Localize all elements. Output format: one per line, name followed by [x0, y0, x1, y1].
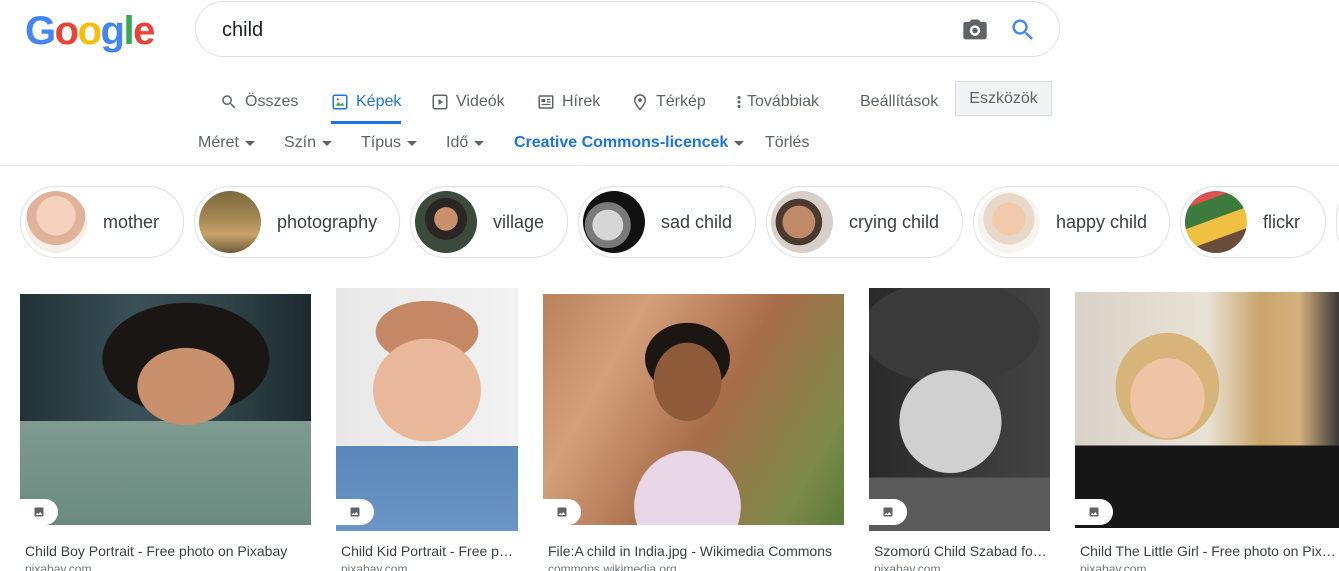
image-badge: [543, 499, 581, 525]
filter-time[interactable]: Idő: [446, 130, 485, 156]
tab-label: Térkép: [656, 93, 706, 110]
result-image[interactable]: [543, 294, 844, 525]
chip-village[interactable]: village: [410, 186, 568, 258]
result-title[interactable]: Child The Little Girl - Free photo on Pi…: [1080, 543, 1339, 559]
chip-thumbnail: [771, 191, 833, 253]
news-icon: [538, 95, 554, 109]
chip-flickr[interactable]: flickr: [1180, 186, 1326, 258]
result-source[interactable]: commons.wikimedia.org: [548, 562, 838, 571]
result-title[interactable]: Child Boy Portrait - Free photo on Pixab…: [25, 543, 311, 559]
tab-label: Képek: [356, 93, 402, 110]
tab-maps[interactable]: Térkép: [631, 80, 706, 124]
chip-label: photography: [277, 211, 378, 232]
filter-type[interactable]: Típus: [361, 130, 418, 156]
result-image[interactable]: [869, 288, 1050, 531]
filter-color[interactable]: Szín: [284, 130, 333, 156]
tab-settings[interactable]: Beállítások: [860, 80, 938, 124]
tab-more[interactable]: Továbbiak: [735, 80, 819, 124]
result-image[interactable]: [20, 294, 311, 525]
logo-letter: g: [100, 9, 125, 53]
filter-usage-rights[interactable]: Creative Commons-licencek: [514, 130, 745, 156]
logo-letter: o: [54, 9, 79, 53]
image-icon: [332, 94, 348, 110]
tab-images[interactable]: Képek: [331, 80, 402, 124]
chip-mother[interactable]: mother: [20, 186, 184, 258]
chip-label: flickr: [1263, 211, 1300, 232]
tab-label: Összes: [245, 93, 299, 110]
chip-label: sad child: [661, 211, 733, 232]
divider: [0, 165, 1339, 166]
chip-crying-child[interactable]: crying child: [766, 186, 963, 258]
logo-letter: l: [123, 9, 134, 53]
camera-icon[interactable]: [961, 16, 989, 44]
result-image[interactable]: [336, 288, 518, 531]
caret-down-icon: [474, 140, 485, 146]
filter-bar: Méret Szín Típus Idő Creative Commons-li…: [0, 130, 1339, 156]
google-logo[interactable]: Google: [25, 9, 155, 54]
caret-down-icon: [322, 140, 333, 146]
image-icon: [883, 507, 893, 517]
search-icon: [222, 95, 236, 109]
tab-label: Videók: [456, 93, 505, 110]
chip-photography[interactable]: photography: [194, 186, 400, 258]
chip-thumbnail: [1185, 191, 1247, 253]
caret-down-icon: [244, 140, 255, 146]
filter-label: Idő: [446, 134, 469, 151]
chip-thumbnail: [583, 191, 645, 253]
settings-label: Beállítások: [860, 93, 939, 110]
filter-label: Szín: [284, 134, 317, 151]
result-source[interactable]: pixabay.com: [25, 562, 311, 571]
logo-letter: e: [133, 9, 155, 53]
chip-label: mother: [103, 211, 160, 232]
image-icon: [1089, 507, 1099, 517]
map-pin-icon: [633, 94, 647, 111]
chip-thumbnail: [978, 191, 1040, 253]
search-input[interactable]: [222, 19, 922, 42]
tab-label: Hírek: [562, 93, 601, 110]
image-badge: [869, 499, 907, 525]
chip-thumbnail: [199, 191, 261, 253]
search-tabs: Összes Képek Videók Hírek Térkép További…: [0, 80, 1339, 124]
result-title[interactable]: File:A child in India.jpg - Wikimedia Co…: [548, 543, 838, 559]
logo-letter: G: [25, 9, 56, 53]
filter-label: Méret: [198, 134, 239, 151]
image-badge: [1075, 499, 1113, 525]
result-image[interactable]: [1075, 292, 1339, 528]
filter-label: Creative Commons-licencek: [514, 134, 729, 151]
filter-label: Típus: [361, 134, 402, 151]
search-icon[interactable]: [1009, 16, 1037, 44]
search-box: [195, 1, 1060, 57]
tab-label: Továbbiak: [747, 93, 820, 110]
result-title[interactable]: Szomorú Child Szabad fotó a Pixabay-en: [874, 543, 1049, 559]
chip-sad-child[interactable]: sad child: [578, 186, 756, 258]
result-title[interactable]: Child Kid Portrait - Free photo on Pixab…: [341, 543, 516, 559]
filter-label: Törlés: [765, 134, 810, 151]
image-badge: [20, 499, 58, 525]
image-icon: [557, 507, 567, 517]
more-vert-icon: [737, 96, 741, 108]
chip-thumbnail: [25, 191, 87, 253]
filter-size[interactable]: Méret: [198, 130, 255, 156]
chip-happy-child[interactable]: happy child: [973, 186, 1170, 258]
tab-news[interactable]: Hírek: [537, 80, 600, 124]
caret-down-icon: [407, 140, 418, 146]
caret-down-icon: [734, 140, 745, 146]
video-icon: [432, 94, 448, 110]
image-icon: [34, 507, 44, 517]
logo-letter: o: [77, 9, 102, 53]
filter-clear[interactable]: Törlés: [765, 130, 809, 156]
chip-label: village: [493, 211, 545, 232]
chip-label: happy child: [1056, 211, 1148, 232]
tools-button[interactable]: Eszközök: [955, 81, 1052, 116]
tab-all[interactable]: Összes: [220, 80, 298, 124]
image-icon: [350, 507, 360, 517]
image-badge: [336, 499, 374, 525]
chip-thumbnail: [415, 191, 477, 253]
result-source[interactable]: pixabay.com: [874, 562, 1049, 571]
tab-videos[interactable]: Videók: [431, 80, 505, 124]
chip-label: crying child: [849, 211, 940, 232]
result-source[interactable]: pixabay.com: [341, 562, 516, 571]
result-source[interactable]: pixabay.com: [1080, 562, 1339, 571]
